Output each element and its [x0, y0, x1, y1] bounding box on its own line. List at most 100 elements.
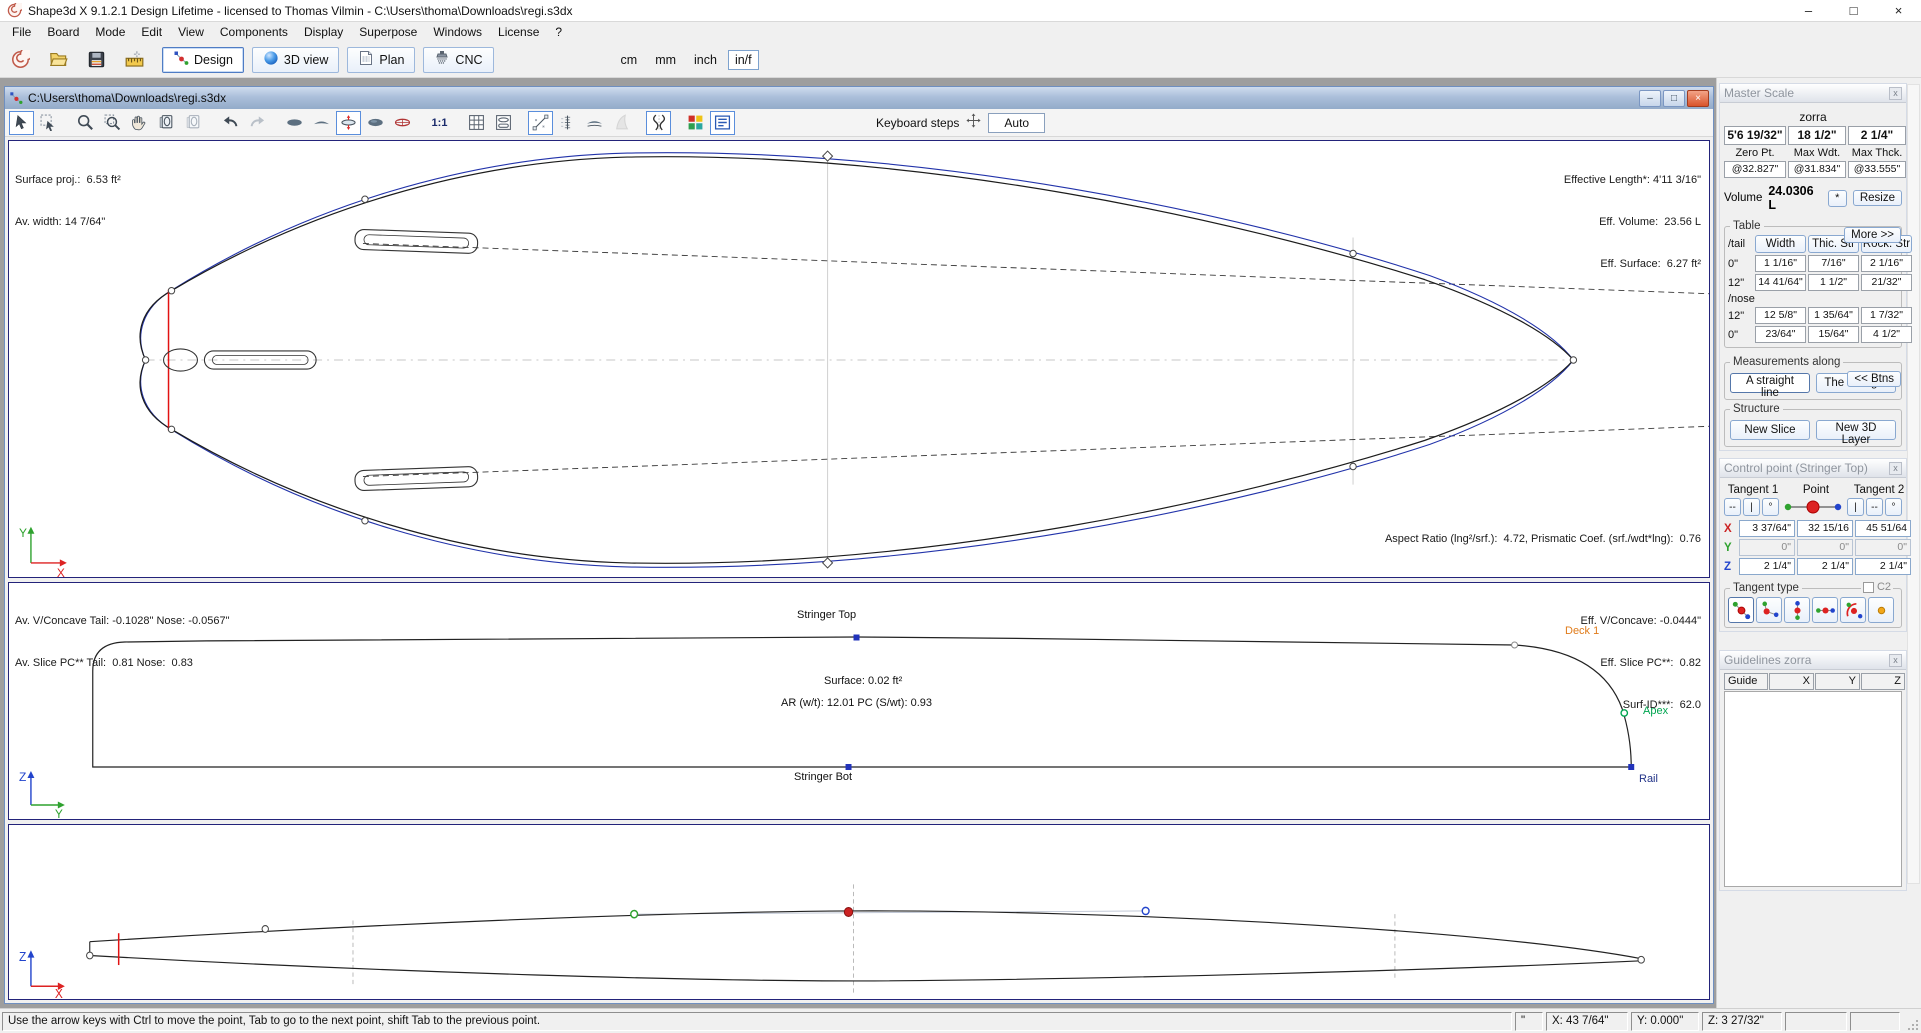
tangent-angled-button[interactable] [1756, 597, 1782, 623]
control-point-titlebar[interactable]: Control point (Stringer Top) x [1720, 459, 1906, 478]
doc-maximize-icon[interactable]: □ [1663, 90, 1685, 107]
grid-button[interactable] [464, 111, 489, 135]
width-view-button[interactable] [336, 111, 361, 135]
select-area-button[interactable] [36, 111, 61, 135]
master-scale-titlebar[interactable]: Master Scale x [1720, 84, 1906, 103]
slice-markers[interactable] [846, 635, 1635, 771]
save-file-icon[interactable] [82, 47, 110, 73]
profile-canvas[interactable]: Z X [9, 825, 1709, 999]
unit-cm[interactable]: cm [614, 50, 645, 70]
doc-close-icon[interactable]: × [1687, 90, 1709, 107]
coord-x-tangent2-field[interactable]: 45 51/64 [1855, 520, 1911, 537]
tangent1-mode-1[interactable]: | [1743, 498, 1760, 516]
length-value[interactable]: 5'6 19/32" [1724, 126, 1786, 145]
tangent-horizontal-button[interactable] [1812, 597, 1838, 623]
rail-view-button[interactable] [582, 111, 607, 135]
resize-grip-icon[interactable] [1903, 1012, 1919, 1031]
guidelines-column-guide[interactable]: Guide [1724, 673, 1768, 690]
fin-plug-top[interactable] [355, 229, 478, 253]
table-cell[interactable]: 1 1/2" [1808, 274, 1859, 291]
max-wdt-value[interactable]: @31.834" [1788, 161, 1846, 178]
table-cell[interactable]: 14 41/64" [1755, 274, 1806, 291]
guidelines-column-y[interactable]: Y [1815, 673, 1860, 690]
table-cell[interactable]: 7/16" [1808, 255, 1859, 272]
curve-edit-button[interactable] [528, 111, 553, 135]
view-3d-mode-button[interactable]: 3D view [252, 47, 339, 73]
zero-pt-value[interactable]: @32.827" [1724, 161, 1786, 178]
auto-button[interactable]: Auto [988, 113, 1045, 133]
menu-item-view[interactable]: View [170, 23, 212, 41]
redo-button[interactable] [245, 111, 270, 135]
copy-view-button[interactable] [154, 111, 179, 135]
profile-view-button[interactable] [309, 111, 334, 135]
tangent2-mode-1[interactable]: -- [1866, 498, 1883, 516]
tangent-vertical-button[interactable] [1784, 597, 1810, 623]
master-scale-close-icon[interactable]: x [1889, 87, 1902, 100]
control-point-close-icon[interactable]: x [1889, 462, 1902, 475]
tangent1-mode-0[interactable]: -- [1724, 498, 1741, 516]
max-thck-value[interactable]: @33.555" [1848, 161, 1906, 178]
new-board-icon[interactable] [6, 47, 34, 73]
coord-x-tangent1-field[interactable]: 3 37/64" [1739, 520, 1795, 537]
paste-view-button[interactable] [181, 111, 206, 135]
plan-mode-button[interactable]: Plan [347, 47, 415, 73]
pan-button[interactable] [127, 111, 152, 135]
table-cell[interactable]: 2 1/16" [1861, 255, 1912, 272]
menu-item-components[interactable]: Components [212, 23, 296, 41]
more-button[interactable]: More >> [1844, 227, 1901, 243]
tangent-free-button[interactable] [1728, 597, 1754, 623]
fin-plug-bottom[interactable] [355, 466, 478, 490]
doc-minimize-icon[interactable]: – [1639, 90, 1661, 107]
coord-z-tangent2-field[interactable]: 2 1/4" [1855, 558, 1911, 575]
outline-view-button[interactable] [282, 111, 307, 135]
outline-control-points[interactable] [142, 151, 1576, 568]
new-3d-layer-button[interactable]: New 3D Layer [1816, 420, 1896, 440]
measure-stringer-button[interactable] [555, 111, 580, 135]
menu-item-windows[interactable]: Windows [425, 23, 490, 41]
tangent2-mode-0[interactable]: | [1847, 498, 1864, 516]
menu-item-file[interactable]: File [4, 23, 39, 41]
menu-item-superpose[interactable]: Superpose [351, 23, 425, 41]
table-cell[interactable]: 21/32" [1861, 274, 1912, 291]
undo-button[interactable] [218, 111, 243, 135]
table-cell[interactable]: 15/64" [1808, 326, 1859, 343]
table-column-width[interactable]: Width [1755, 235, 1806, 253]
curvature-button[interactable] [646, 111, 671, 135]
table-cell[interactable]: 1 1/16" [1755, 255, 1806, 272]
table-cell[interactable]: 1 7/32" [1861, 307, 1912, 324]
menu-item-board[interactable]: Board [39, 23, 87, 41]
document-titlebar[interactable]: C:\Users\thoma\Downloads\regi.s3dx – □ × [5, 87, 1713, 109]
guidelines-column-z[interactable]: Z [1861, 673, 1905, 690]
new-slice-button[interactable]: New Slice [1730, 420, 1810, 440]
coord-y-point-field[interactable]: 0" [1797, 539, 1853, 556]
coord-x-point-field[interactable]: 32 15/16 [1797, 520, 1853, 537]
select-button[interactable] [9, 111, 34, 135]
fin-tool-button[interactable] [609, 111, 634, 135]
thickness-value[interactable]: 2 1/4" [1848, 126, 1906, 145]
table-cell[interactable]: 12 5/8" [1755, 307, 1806, 324]
resize-button[interactable]: Resize [1853, 190, 1902, 206]
menu-item-license[interactable]: License [490, 23, 547, 41]
wireframe-view-button[interactable] [390, 111, 415, 135]
coord-z-tangent1-field[interactable]: 2 1/4" [1739, 558, 1795, 575]
guidelines-close-icon[interactable]: x [1889, 654, 1902, 667]
point-only-button[interactable] [1868, 597, 1894, 623]
tangent1-mode-2[interactable]: ° [1762, 498, 1779, 516]
table-cell[interactable]: 1 35/64" [1808, 307, 1859, 324]
tangent-angle-locked-button[interactable] [1840, 597, 1866, 623]
profile-view[interactable]: Z X [8, 824, 1710, 1000]
close-icon[interactable]: × [1876, 0, 1921, 21]
scale-1-1-button[interactable]: 1:1 [427, 111, 452, 135]
slice-view[interactable]: Z Y Av. V/Concave Tail: -0.1028" Nose: -… [8, 582, 1710, 820]
menu-item-mode[interactable]: Mode [87, 23, 133, 41]
properties-panel-button[interactable] [710, 111, 735, 135]
zoom-button[interactable] [73, 111, 98, 135]
width-value[interactable]: 18 1/2" [1788, 126, 1846, 145]
coord-y-tangent1-field[interactable]: 0" [1739, 539, 1795, 556]
open-file-icon[interactable] [44, 47, 72, 73]
color-palette-button[interactable] [683, 111, 708, 135]
slices-panel-button[interactable] [491, 111, 516, 135]
menu-item-display[interactable]: Display [296, 23, 351, 41]
btns-button[interactable]: << Btns [1847, 371, 1901, 387]
cnc-mode-button[interactable]: CNC [423, 47, 493, 73]
